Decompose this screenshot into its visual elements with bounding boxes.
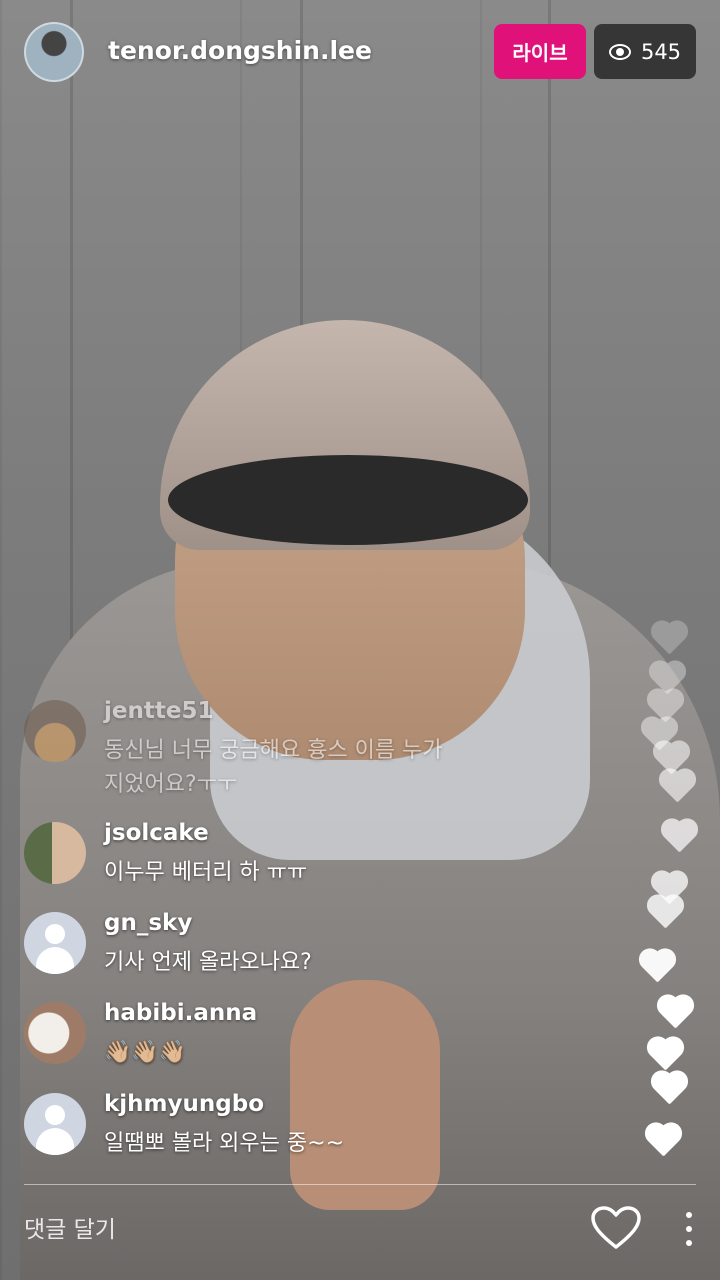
comment-text: 동신님 너무 궁금해요 흉스 이름 누가 지었어요?ㅜㅜ [104, 738, 443, 797]
commenter-avatar[interactable] [24, 1002, 86, 1064]
viewer-count: 545 [640, 39, 682, 64]
comment-text: 이누무 베터리 하 ㅠㅠ [104, 860, 308, 885]
footer-divider [24, 1184, 696, 1185]
live-badge: 라이브 [494, 24, 586, 79]
heart-icon [658, 996, 696, 1030]
more-vertical-icon[interactable] [684, 1212, 694, 1246]
comment-input[interactable]: 댓글 달기 [24, 1210, 116, 1244]
eye-icon [608, 43, 631, 60]
heart-icon [662, 820, 700, 854]
broadcaster-username[interactable]: tenor.dongshin.lee [108, 36, 372, 65]
comment-text: 일땜뽀 볼라 외우는 중~~ [104, 1131, 345, 1156]
comment-text: 기사 언제 올라오나요? [104, 950, 312, 975]
viewer-count-badge[interactable]: 545 [594, 24, 696, 79]
commenter-username[interactable]: jsolcake [104, 820, 209, 846]
heart-icon [640, 950, 678, 984]
heart-icon [652, 622, 690, 656]
commenter-avatar[interactable] [24, 1093, 86, 1155]
broadcaster-avatar[interactable] [24, 22, 84, 82]
heart-icon [648, 1038, 686, 1072]
heart-icon [660, 770, 698, 804]
comment-text: 👋🏼👋🏼👋🏼 [104, 1040, 187, 1065]
commenter-avatar[interactable] [24, 912, 86, 974]
commenter-username[interactable]: jentte51 [104, 698, 213, 724]
commenter-avatar[interactable] [24, 700, 86, 762]
commenter-username[interactable]: kjhmyungbo [104, 1091, 264, 1117]
heart-icon [652, 1072, 690, 1106]
heart-icon [646, 1124, 684, 1158]
commenter-username[interactable]: habibi.anna [104, 1000, 257, 1026]
commenter-avatar[interactable] [24, 822, 86, 884]
heart-icon [648, 896, 686, 930]
commenter-username[interactable]: gn_sky [104, 910, 192, 936]
heart-outline-icon[interactable] [590, 1205, 642, 1251]
